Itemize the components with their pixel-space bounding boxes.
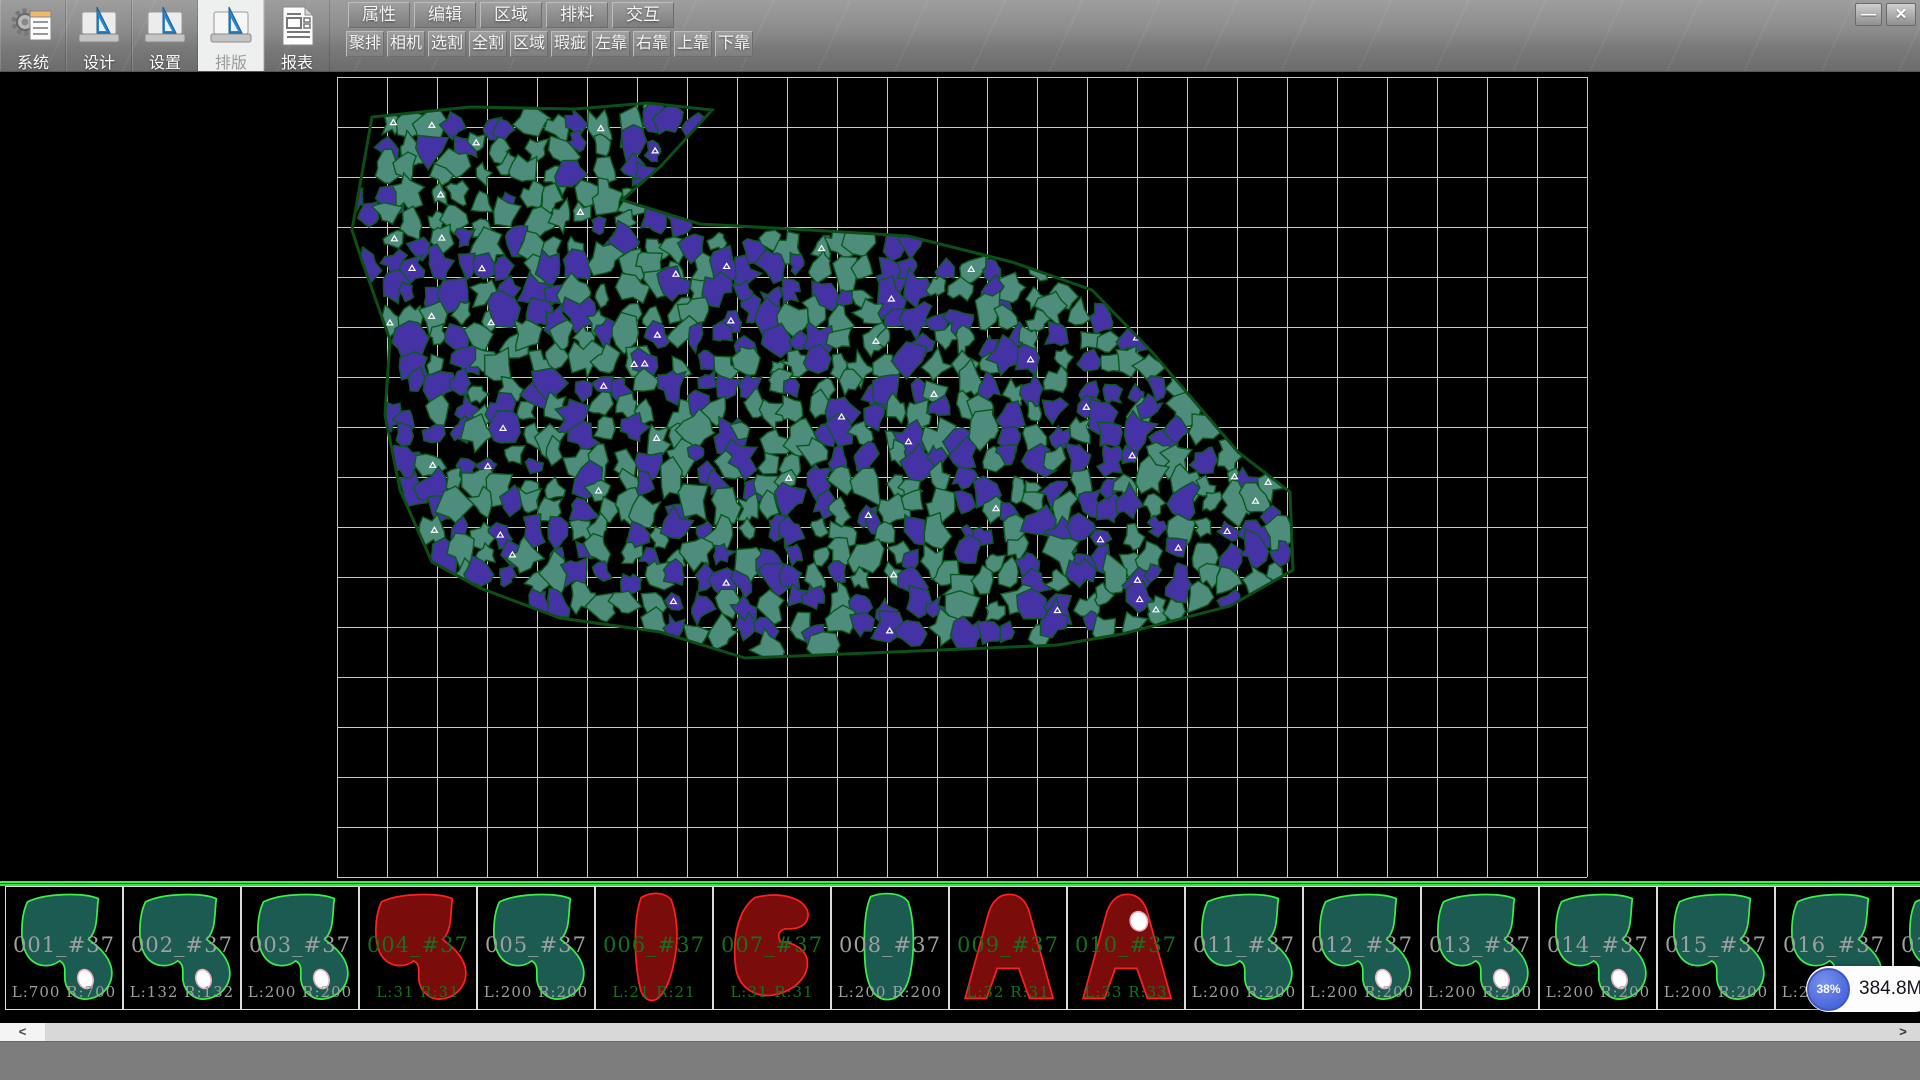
module-label: 设置	[133, 49, 197, 73]
piece-thumbnail-013_#37[interactable]: 013_#37L:200 R:200	[1421, 886, 1539, 1010]
piece-thumbnail-011_#37[interactable]: 011_#37L:200 R:200	[1185, 886, 1303, 1010]
piece-thumbnail-004_#37[interactable]: 004_#37L:31 R:31	[359, 886, 477, 1010]
module-button-report[interactable]: 报表	[264, 0, 330, 71]
piece-shape	[8, 889, 120, 1007]
piece-thumbnail-strip: 001_#37L:700 R:700002_#37L:132 R:132003_…	[0, 886, 1920, 1010]
piece-thumbnail-005_#37[interactable]: 005_#37L:200 R:200	[477, 886, 595, 1010]
menu-button-4[interactable]: 排料	[546, 2, 608, 28]
piece-thumbnail-015_#37[interactable]: 015_#37L:200 R:200	[1657, 886, 1775, 1010]
piece-thumbnail-006_#37[interactable]: 006_#37L:21 R:21	[595, 886, 713, 1010]
module-label: 系统	[1, 49, 65, 73]
menu-button-1[interactable]: 属性	[348, 2, 410, 28]
piece-thumbnail-009_#37[interactable]: 009_#37L:32 R:31	[949, 886, 1067, 1010]
piece-thumbnail-014_#37[interactable]: 014_#37L:200 R:200	[1539, 886, 1657, 1010]
nesting-icon	[208, 4, 254, 48]
module-label: 报表	[265, 49, 329, 73]
piece-shape	[598, 889, 710, 1007]
tool-button-8[interactable]: 右靠	[633, 31, 671, 57]
module-button-settings[interactable]: 设置	[132, 0, 198, 71]
memory-usage-badge[interactable]: 38% 384.8M	[1806, 966, 1920, 1012]
nesting-canvas[interactable]	[0, 72, 1920, 881]
scroll-right-button[interactable]: >	[1888, 1023, 1918, 1041]
piece-shape	[1424, 889, 1536, 1007]
piece-shape	[716, 889, 828, 1007]
scroll-left-button[interactable]: <	[0, 1023, 45, 1041]
tool-button-1[interactable]: 聚排	[346, 31, 384, 57]
piece-shape	[1542, 889, 1654, 1007]
module-label: 设计	[67, 49, 131, 73]
tool-button-3[interactable]: 选割	[428, 31, 466, 57]
piece-shape	[1070, 889, 1182, 1007]
module-button-nesting[interactable]: 排版	[198, 0, 264, 71]
tool-button-7[interactable]: 左靠	[592, 31, 630, 57]
piece-thumbnail-010_#37[interactable]: 010_#37L:33 R:33	[1067, 886, 1185, 1010]
scroll-right-icon: >	[1899, 1024, 1907, 1039]
piece-thumbnail-012_#37[interactable]: 012_#37L:200 R:200	[1303, 886, 1421, 1010]
nesting-viewport[interactable]	[0, 72, 1920, 881]
piece-thumbnail-008_#37[interactable]: 008_#37L:200 R:200	[831, 886, 949, 1010]
piece-shape	[1660, 889, 1772, 1007]
piece-shape	[952, 889, 1064, 1007]
piece-shape	[1306, 889, 1418, 1007]
piece-shape	[244, 889, 356, 1007]
module-label: 排版	[199, 49, 263, 73]
piece-thumbnail-002_#37[interactable]: 002_#37L:132 R:132	[123, 886, 241, 1010]
module-button-system[interactable]: 系统	[0, 0, 66, 71]
tool-button-2[interactable]: 相机	[387, 31, 425, 57]
tool-button-5[interactable]: 区域	[510, 31, 548, 57]
ribbon-toolbar: 系统 设计 设置	[0, 0, 1920, 72]
piece-shape	[480, 889, 592, 1007]
module-button-design[interactable]: 设计	[66, 0, 132, 71]
design-icon	[76, 4, 122, 48]
menu-button-5[interactable]: 交互	[612, 2, 674, 28]
progress-percent: 38%	[1816, 982, 1840, 996]
piece-shape	[126, 889, 238, 1007]
close-icon: ✕	[1895, 6, 1908, 23]
piece-thumbnail-003_#37[interactable]: 003_#37L:200 R:200	[241, 886, 359, 1010]
nested-pieces-layer	[346, 97, 1296, 665]
tool-button-10[interactable]: 下靠	[715, 31, 753, 57]
piece-shape	[362, 889, 474, 1007]
minimize-button[interactable]: —	[1855, 3, 1882, 26]
close-button[interactable]: ✕	[1886, 3, 1916, 26]
tool-button-6[interactable]: 瑕疵	[551, 31, 589, 57]
piece-thumbnail-007_#37[interactable]: 007_#37L:31 R:31	[713, 886, 831, 1010]
report-icon	[274, 4, 320, 48]
menu-button-3[interactable]: 区域	[480, 2, 542, 28]
piece-thumbnail-001_#37[interactable]: 001_#37L:700 R:700	[5, 886, 123, 1010]
piece-shape	[1188, 889, 1300, 1007]
piece-shape	[834, 889, 946, 1007]
status-bar	[0, 1041, 1920, 1080]
scroll-left-icon: <	[19, 1024, 27, 1039]
menu-button-2[interactable]: 编辑	[414, 2, 476, 28]
minimize-icon: —	[1861, 6, 1876, 23]
tool-button-9[interactable]: 上靠	[674, 31, 712, 57]
application-window: 系统 设计 设置	[0, 0, 1920, 1080]
settings-icon	[142, 4, 188, 48]
progress-circle: 38%	[1807, 968, 1850, 1011]
horizontal-scrollbar[interactable]: < >	[0, 1023, 1920, 1041]
tool-button-4[interactable]: 全割	[469, 31, 507, 57]
memory-size-label: 384.8M	[1859, 978, 1920, 1000]
system-icon	[10, 4, 56, 48]
